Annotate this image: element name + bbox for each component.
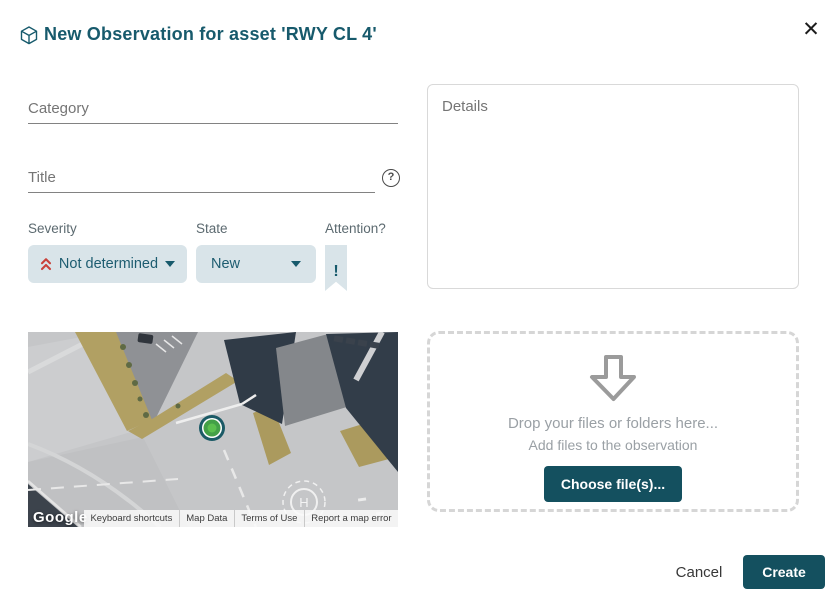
helipad-label: H: [299, 495, 308, 510]
state-dropdown[interactable]: New: [196, 245, 316, 283]
dialog-title: New Observation for asset 'RWY CL 4': [44, 24, 377, 45]
map-attribution-bar: Keyboard shortcuts Map Data Terms of Use…: [84, 510, 398, 527]
satellite-map[interactable]: H Google Keyboard shortcuts Map Data Ter…: [28, 332, 398, 527]
map-canvas[interactable]: H: [28, 332, 398, 527]
file-dropzone[interactable]: Drop your files or folders here... Add f…: [427, 331, 799, 512]
close-icon[interactable]: ✕: [797, 16, 825, 44]
keyboard-shortcuts-link[interactable]: Keyboard shortcuts: [84, 510, 179, 527]
observation-location-marker[interactable]: [199, 415, 225, 441]
help-icon[interactable]: ?: [382, 169, 400, 187]
state-label: State: [196, 221, 228, 236]
attention-toggle[interactable]: !: [325, 245, 347, 291]
cancel-button[interactable]: Cancel: [664, 558, 734, 586]
attention-label: Attention?: [325, 221, 386, 236]
severity-label: Severity: [28, 221, 77, 236]
category-input[interactable]: [28, 94, 398, 124]
dropzone-hint: Drop your files or folders here...: [508, 415, 718, 432]
terms-of-use-link[interactable]: Terms of Use: [234, 510, 304, 527]
severity-dropdown[interactable]: Not determined: [28, 245, 187, 283]
severity-value: Not determined: [59, 256, 158, 272]
asset-cube-icon: [20, 26, 38, 45]
details-textarea[interactable]: [427, 84, 799, 289]
map-data-link[interactable]: Map Data: [179, 510, 234, 527]
state-value: New: [211, 256, 240, 272]
dropzone-subhint: Add files to the observation: [529, 437, 698, 453]
chevron-down-icon: [165, 261, 175, 267]
severity-chevrons-icon: [40, 257, 52, 271]
download-arrow-icon: [584, 351, 642, 407]
google-logo[interactable]: Google: [33, 509, 88, 526]
new-observation-dialog: New Observation for asset 'RWY CL 4' ✕ ?…: [0, 0, 833, 599]
chevron-down-icon: [291, 261, 301, 267]
report-map-error-link[interactable]: Report a map error: [304, 510, 398, 527]
title-input[interactable]: [28, 163, 375, 193]
choose-files-button[interactable]: Choose file(s)...: [544, 466, 682, 502]
create-button[interactable]: Create: [743, 555, 825, 589]
